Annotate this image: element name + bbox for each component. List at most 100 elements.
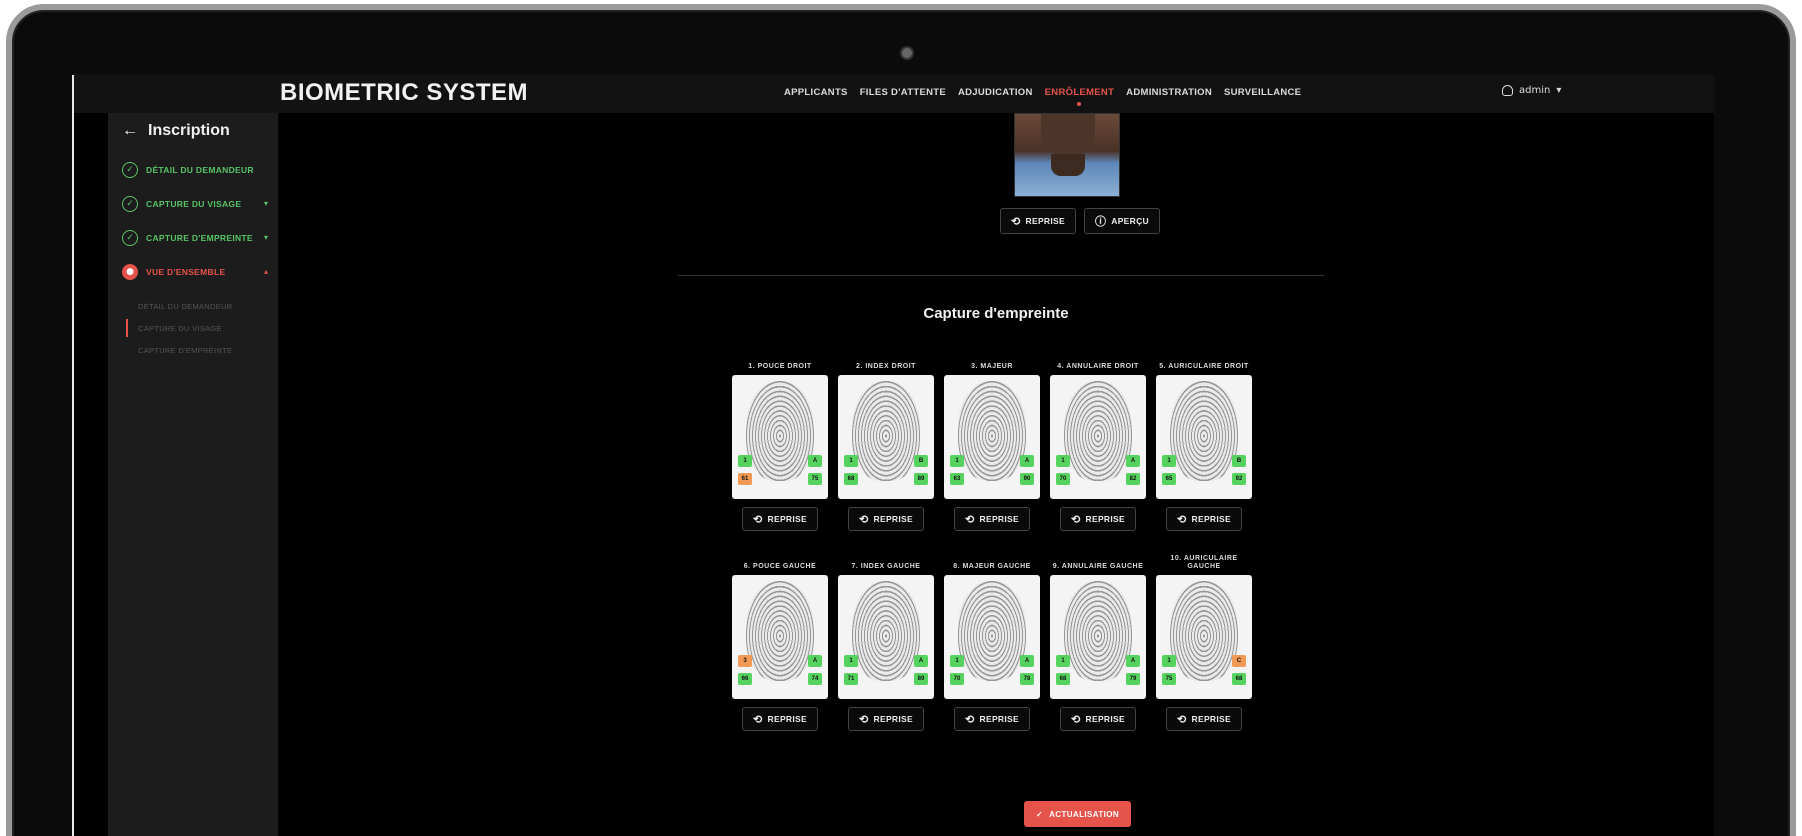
finger-capture: 9. ANNULAIRE GAUCHE 1 A 68 79 ⟲ REPRISE <box>1050 545 1146 731</box>
photo-face <box>1041 114 1095 156</box>
fingerprint-icon <box>852 581 920 681</box>
quality-badge: 61 <box>738 473 752 485</box>
refresh-icon: ⟲ <box>965 713 975 726</box>
fingerprint-icon <box>852 381 920 481</box>
quality-badge: 1 <box>1056 655 1070 667</box>
photo-retake-label: REPRISE <box>1025 216 1065 226</box>
quality-badge: 1 <box>844 655 858 667</box>
photo-preview-label: APERÇU <box>1111 216 1149 226</box>
finger-label: 7. INDEX GAUCHE <box>851 563 921 570</box>
sidebar-step[interactable]: ✓ DÉTAIL DU DEMANDEUR <box>122 153 268 187</box>
quality-badge: A <box>808 455 822 467</box>
finger-retake-label: REPRISE <box>979 714 1019 724</box>
caret-icon[interactable]: ▾ <box>264 199 268 208</box>
finger-retake-button[interactable]: ⟲ REPRISE <box>1060 707 1136 731</box>
quality-badge: 1 <box>738 455 752 467</box>
fingerprint-image[interactable]: 1 A 70 78 <box>944 575 1040 699</box>
finger-label: 5. AURICULAIRE DROIT <box>1159 363 1249 370</box>
nav-item-2[interactable]: ADJUDICATION <box>958 87 1033 98</box>
finger-retake-button[interactable]: ⟲ REPRISE <box>848 707 924 731</box>
finger-retake-label: REPRISE <box>1191 514 1231 524</box>
fingerprint-image[interactable]: 1 A 63 90 <box>944 375 1040 499</box>
back-arrow-icon: ← <box>122 122 138 139</box>
finger-retake-button[interactable]: ⟲ REPRISE <box>848 507 924 531</box>
quality-badge: 1 <box>1056 455 1070 467</box>
top-navbar: BIOMETRIC SYSTEM APPLICANTS FILES D'ATTEN… <box>72 75 1714 113</box>
app-screen: BIOMETRIC SYSTEM APPLICANTS FILES D'ATTEN… <box>72 75 1714 836</box>
back-link[interactable]: ← Inscription <box>122 122 230 140</box>
quality-badge: 1 <box>1162 455 1176 467</box>
nav-item-3[interactable]: ENRÔLEMENT <box>1045 87 1115 98</box>
check-circle-icon: ✓ <box>122 196 138 212</box>
nav-item-0[interactable]: APPLICANTS <box>784 87 848 98</box>
photo-retake-button[interactable]: ⟲ REPRISE <box>1000 208 1076 234</box>
caret-icon[interactable]: ▾ <box>264 233 268 242</box>
fingerprint-icon <box>1170 381 1238 481</box>
finger-capture: 10. AURICULAIRE GAUCHE 1 C 75 68 ⟲ REPRISE <box>1156 545 1252 731</box>
finger-retake-button[interactable]: ⟲ REPRISE <box>954 707 1030 731</box>
fingerprint-image[interactable]: 1 A 70 82 <box>1050 375 1146 499</box>
sidebar-step[interactable]: ✓ CAPTURE DU VISAGE ▾ <box>122 187 268 221</box>
finger-label: 2. INDEX DROIT <box>856 363 916 370</box>
fingerprint-image[interactable]: 1 A 61 75 <box>732 375 828 499</box>
sidebar: ← Inscription ✓ DÉTAIL DU DEMANDEUR ✓ CAPTU… <box>108 113 278 836</box>
sidebar-step[interactable]: ● VUE D'ENSEMBLE ▴ <box>122 255 268 289</box>
sidebar-step-label: DÉTAIL DU DEMANDEUR <box>146 165 254 175</box>
nav-item-4[interactable]: ADMINISTRATION <box>1126 87 1212 98</box>
finger-label: 8. MAJEUR GAUCHE <box>953 563 1031 570</box>
finger-retake-label: REPRISE <box>979 514 1019 524</box>
refresh-icon: ⟲ <box>1011 215 1021 228</box>
refresh-icon: ⟲ <box>1177 513 1187 526</box>
finger-retake-label: REPRISE <box>873 714 913 724</box>
sidebar-title: Inscription <box>148 122 230 139</box>
quality-badge: B <box>1232 455 1246 467</box>
fingerprint-image[interactable]: 1 B 65 92 <box>1156 375 1252 499</box>
finger-retake-button[interactable]: ⟲ REPRISE <box>1166 507 1242 531</box>
fingerprint-image[interactable]: 1 C 75 68 <box>1156 575 1252 699</box>
quality-badge: A <box>1126 655 1140 667</box>
finger-capture: 4. ANNULAIRE DROIT 1 A 70 82 ⟲ REPRISE <box>1050 345 1146 531</box>
photo-preview-button[interactable]: ⓘ APERÇU <box>1083 208 1160 234</box>
nav-item-1[interactable]: FILES D'ATTENTE <box>860 87 946 98</box>
quality-badge: 75 <box>1162 673 1176 685</box>
finger-capture: 7. INDEX GAUCHE 1 A 71 89 ⟲ REPRISE <box>838 545 934 731</box>
finger-retake-button[interactable]: ⟲ REPRISE <box>1060 507 1136 531</box>
quality-badge: 74 <box>808 673 822 685</box>
sidebar-step[interactable]: ✓ CAPTURE D'EMPREINTE ▾ <box>122 221 268 255</box>
sidebar-substep[interactable]: CAPTURE DU VISAGE <box>126 317 232 339</box>
photo-actions: ⟲ REPRISE ⓘ APERÇU <box>1000 208 1160 234</box>
quality-badge: 75 <box>808 473 822 485</box>
sidebar-substep[interactable]: CAPTURE D'EMPREINTE <box>126 339 232 361</box>
update-button[interactable]: ✓ ACTUALISATION <box>1024 801 1132 827</box>
user-menu[interactable]: admin ▾ <box>1502 85 1561 96</box>
quality-badge: 90 <box>1020 473 1034 485</box>
finger-retake-button[interactable]: ⟲ REPRISE <box>954 507 1030 531</box>
step-list: ✓ DÉTAIL DU DEMANDEUR ✓ CAPTURE DU VISAGE ▾ ✓… <box>122 153 268 289</box>
fingerprint-icon <box>746 581 814 681</box>
quality-badge: C <box>1232 655 1246 667</box>
fingerprint-image[interactable]: 1 A 71 89 <box>838 575 934 699</box>
finger-retake-button[interactable]: ⟲ REPRISE <box>1166 707 1242 731</box>
fingerprint-image[interactable]: 1 A 68 79 <box>1050 575 1146 699</box>
refresh-icon: ⟲ <box>859 713 869 726</box>
nav-item-5[interactable]: SURVEILLANCE <box>1224 87 1301 98</box>
webcam <box>902 48 912 58</box>
finger-capture: 3. MAJEUR 1 A 63 90 ⟲ REPRISE <box>944 345 1040 531</box>
quality-badge: 3 <box>738 655 752 667</box>
caret-icon[interactable]: ▴ <box>264 267 268 276</box>
fingerprint-image[interactable]: 3 A 66 74 <box>732 575 828 699</box>
fingerprint-icon <box>958 581 1026 681</box>
quality-badge: 1 <box>844 455 858 467</box>
finger-retake-label: REPRISE <box>1191 714 1231 724</box>
quality-badge: 66 <box>738 673 752 685</box>
finger-label: 4. ANNULAIRE DROIT <box>1057 363 1139 370</box>
quality-badge: 68 <box>844 473 858 485</box>
finger-retake-button[interactable]: ⟲ REPRISE <box>742 707 818 731</box>
finger-label: 9. ANNULAIRE GAUCHE <box>1052 563 1144 570</box>
finger-capture: 2. INDEX DROIT 1 B 68 89 ⟲ REPRISE <box>838 345 934 531</box>
finger-retake-button[interactable]: ⟲ REPRISE <box>742 507 818 531</box>
update-label: ACTUALISATION <box>1049 809 1120 819</box>
fingerprint-image[interactable]: 1 B 68 89 <box>838 375 934 499</box>
quality-badge: 68 <box>1056 673 1070 685</box>
sidebar-substep[interactable]: DÉTAIL DU DEMANDEUR <box>126 295 232 317</box>
